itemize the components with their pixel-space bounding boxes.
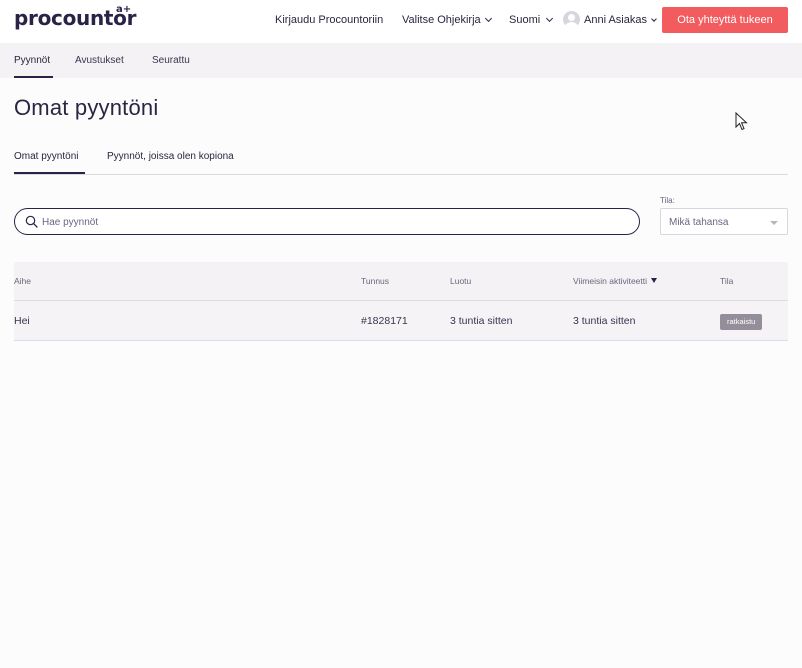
subnav-item-requests[interactable]: Pyynnöt <box>14 55 50 66</box>
page-title: Omat pyyntöni <box>14 95 159 120</box>
table-row[interactable]: Hei #1828171 3 tuntia sitten 3 tuntia si… <box>14 301 788 341</box>
column-header-created[interactable]: Luotu <box>450 276 471 286</box>
request-subject-link[interactable]: Hei <box>14 315 30 327</box>
column-header-status[interactable]: Tila <box>720 276 733 286</box>
column-header-subject[interactable]: Aihe <box>14 276 31 286</box>
status-filter-select[interactable]: Mikä tahansa <box>660 208 788 235</box>
column-header-last-activity-label: Viimeisin aktiviteetti <box>573 276 648 286</box>
tab-my-requests[interactable]: Omat pyyntöni <box>14 151 78 162</box>
table-header: Aihe Tunnus Luotu Viimeisin aktiviteetti… <box>14 262 788 301</box>
search-input[interactable] <box>42 214 622 230</box>
chevron-down-icon <box>484 14 492 23</box>
mouse-cursor-icon <box>735 112 748 131</box>
status-badge: ratkaistu <box>720 314 763 330</box>
tab-cc-requests[interactable]: Pyynnöt, joissa olen kopiona <box>107 151 234 162</box>
user-menu-dropdown[interactable]: Anni Asiakas <box>584 14 657 26</box>
sort-desc-icon <box>651 278 658 283</box>
language-dropdown[interactable]: Suomi <box>509 14 554 26</box>
request-created: 3 tuntia sitten <box>450 315 513 327</box>
column-header-last-activity[interactable]: Viimeisin aktiviteetti <box>573 276 658 286</box>
language-dropdown-label: Suomi <box>509 14 541 26</box>
sub-navigation: Pyynnöt Avustukset Seurattu <box>0 43 802 78</box>
guide-dropdown[interactable]: Valitse Ohjekirja <box>402 14 492 26</box>
dropdown-arrow-icon <box>770 221 778 225</box>
subnav-item-contributions[interactable]: Avustukset <box>75 55 124 66</box>
status-filter-label: Tila: <box>660 196 675 205</box>
user-avatar-icon[interactable] <box>563 11 580 28</box>
logo-superscript: a+ <box>116 4 132 15</box>
chevron-down-icon <box>546 14 554 23</box>
chevron-down-icon <box>651 16 657 22</box>
search-icon <box>25 215 38 228</box>
contact-support-button[interactable]: Ota yhteyttä tukeen <box>662 7 788 33</box>
search-box[interactable] <box>14 208 640 235</box>
column-header-id[interactable]: Tunnus <box>361 276 389 286</box>
active-subnav-indicator <box>14 76 53 78</box>
top-header: procountor a+ Kirjaudu Procountoriin Val… <box>0 0 802 43</box>
login-link[interactable]: Kirjaudu Procountoriin <box>275 14 383 26</box>
tabs-divider <box>14 174 788 175</box>
request-last-activity: 3 tuntia sitten <box>573 315 636 327</box>
user-name: Anni Asiakas <box>584 14 647 26</box>
guide-dropdown-label: Valitse Ohjekirja <box>402 14 481 26</box>
status-filter-value: Mikä tahansa <box>669 217 729 228</box>
request-id: #1828171 <box>361 315 408 327</box>
subnav-item-followed[interactable]: Seurattu <box>152 55 190 66</box>
